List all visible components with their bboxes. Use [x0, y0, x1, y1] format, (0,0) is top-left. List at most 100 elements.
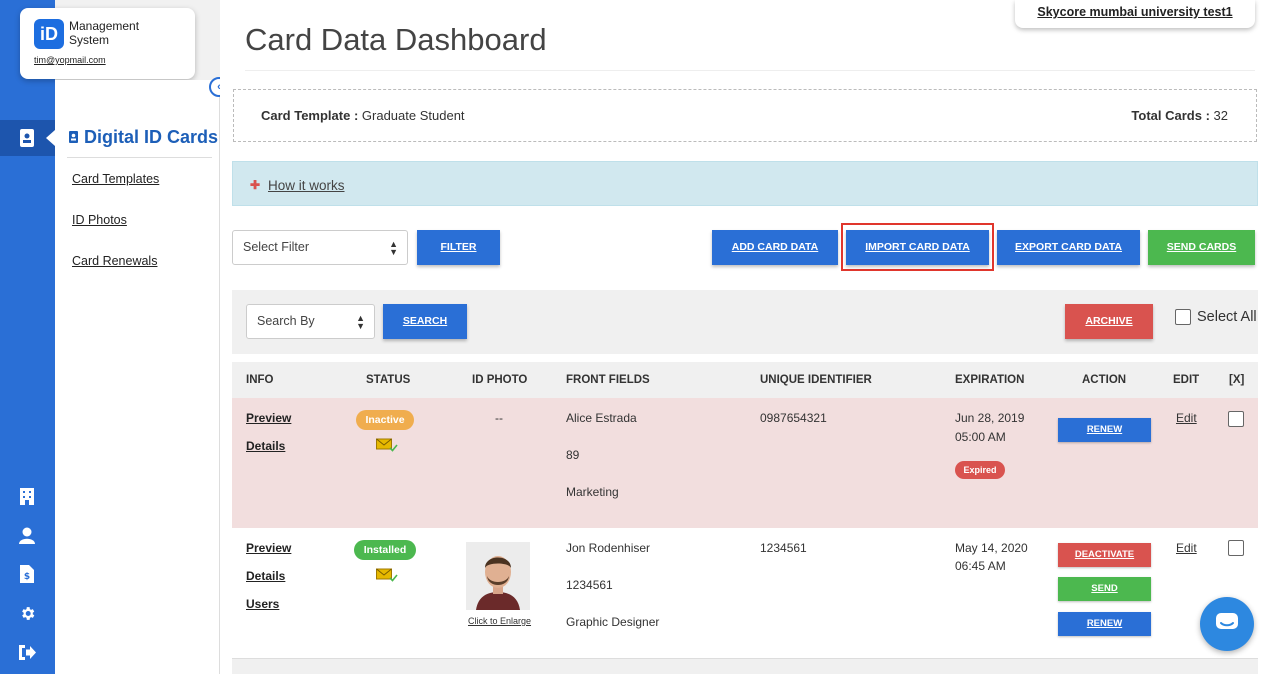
details-link[interactable]: Details	[246, 569, 285, 583]
rail-active-caret	[46, 130, 55, 146]
header-status: STATUS	[366, 374, 411, 386]
details-link[interactable]: Details	[246, 439, 285, 453]
id-photo-empty: --	[495, 411, 503, 425]
chat-widget-button[interactable]	[1200, 597, 1254, 651]
status-badge: Installed	[354, 540, 416, 560]
sidenav-item-card-templates[interactable]: Card Templates	[72, 172, 159, 186]
front-field-title: Graphic Designer	[566, 615, 660, 629]
header-action: ACTION	[1082, 374, 1127, 386]
filter-select[interactable]: Select Filter ▲ ▼	[232, 230, 408, 265]
app-logo-card: iD Management System tim@yopmail.com	[20, 8, 195, 79]
id-card-icon[interactable]	[17, 128, 37, 148]
sidenav-title: Digital ID Cards	[69, 127, 218, 148]
header-expiration: EXPIRATION	[955, 374, 1025, 386]
total-cards-label: Total Cards :	[1131, 108, 1210, 123]
expiration-time: 06:45 AM	[955, 559, 1006, 573]
header-edit: EDIT	[1173, 374, 1200, 386]
sidenav-divider	[67, 157, 212, 158]
renew-button[interactable]: RENEW	[1058, 612, 1151, 636]
unique-identifier: 0987654321	[760, 411, 827, 425]
icon-rail: $	[0, 0, 55, 674]
expired-badge: Expired	[955, 461, 1005, 479]
logout-icon[interactable]	[17, 642, 37, 662]
send-cards-button[interactable]: SEND CARDS	[1148, 230, 1255, 265]
table-row: Preview Details Users Installed Click to…	[232, 528, 1258, 659]
front-field-name: Alice Estrada	[566, 411, 637, 425]
title-divider	[245, 70, 1255, 71]
header-id-photo: ID PHOTO	[472, 374, 528, 386]
unique-identifier: 1234561	[760, 541, 807, 555]
select-all-label: Select All	[1197, 309, 1257, 325]
page-title: Card Data Dashboard	[245, 22, 547, 57]
status-badge: Inactive	[356, 410, 414, 430]
expiration-date: Jun 28, 2019	[955, 411, 1025, 425]
sidenav: Digital ID Cards Card Templates ID Photo…	[55, 80, 220, 674]
users-link[interactable]: Users	[246, 597, 279, 611]
preview-link[interactable]: Preview	[246, 411, 291, 425]
deactivate-button[interactable]: DEACTIVATE	[1058, 543, 1151, 567]
select-arrows-icon: ▲ ▼	[356, 313, 365, 331]
sidenav-item-card-renewals[interactable]: Card Renewals	[72, 254, 157, 268]
card-template-label: Card Template :	[261, 108, 359, 123]
app-name: Management System	[69, 19, 140, 47]
user-icon[interactable]	[17, 525, 37, 545]
envelope-check-icon	[376, 438, 398, 454]
edit-link[interactable]: Edit	[1176, 541, 1197, 555]
search-button[interactable]: SEARCH	[383, 304, 467, 339]
app-logo-icon: iD	[34, 19, 64, 49]
sidenav-item-id-photos[interactable]: ID Photos	[72, 213, 127, 227]
add-card-data-button[interactable]: ADD CARD DATA	[712, 230, 838, 265]
id-badge-icon	[69, 127, 78, 148]
total-cards-value: 32	[1213, 108, 1228, 123]
import-card-data-button[interactable]: IMPORT CARD DATA	[846, 230, 989, 265]
select-arrows-icon: ▲ ▼	[389, 239, 398, 257]
template-summary: Card Template : Graduate Student Total C…	[233, 89, 1257, 142]
expiration-time: 05:00 AM	[955, 430, 1006, 444]
organization-switcher[interactable]: Skycore mumbai university test1	[1015, 0, 1255, 28]
chat-icon	[1215, 612, 1239, 637]
search-by-value: Search By	[257, 314, 315, 328]
how-it-works-banner: ✚ How it works	[232, 161, 1258, 206]
how-it-works-link[interactable]: How it works	[268, 178, 345, 193]
select-all-control[interactable]: Select All	[1175, 309, 1257, 325]
plus-icon: ✚	[250, 178, 261, 192]
card-template-info: Card Template : Graduate Student	[261, 108, 465, 123]
front-field-id: 89	[566, 448, 580, 462]
front-field-name: Jon Rodenhiser	[566, 541, 651, 555]
table-header: INFO STATUS ID PHOTO FRONT FIELDS UNIQUE…	[232, 362, 1258, 398]
send-button[interactable]: SEND	[1058, 577, 1151, 601]
total-cards-info: Total Cards : 32	[1131, 108, 1228, 123]
gear-icon[interactable]	[17, 603, 37, 623]
click-to-enlarge-link[interactable]: Click to Enlarge	[468, 616, 531, 626]
header-info: INFO	[246, 374, 274, 386]
renew-button[interactable]: RENEW	[1058, 418, 1151, 442]
row-select-checkbox[interactable]	[1228, 411, 1244, 427]
export-card-data-button[interactable]: EXPORT CARD DATA	[997, 230, 1140, 265]
header-front-fields: FRONT FIELDS	[566, 374, 650, 386]
edit-link[interactable]: Edit	[1176, 411, 1197, 425]
front-field-id: 1234561	[566, 578, 613, 592]
header-select: [X]	[1229, 374, 1245, 386]
main-content: Skycore mumbai university test1 Card Dat…	[220, 0, 1266, 674]
filter-select-value: Select Filter	[243, 240, 309, 254]
archive-button[interactable]: ARCHIVE	[1065, 304, 1153, 339]
building-icon[interactable]	[17, 486, 37, 506]
filter-button[interactable]: FILTER	[417, 230, 500, 265]
front-field-department: Marketing	[566, 485, 619, 499]
search-bar: Search By ▲ ▼ SEARCH ARCHIVE Select All	[232, 290, 1258, 354]
invoice-icon[interactable]: $	[17, 564, 37, 584]
table-row-partial	[232, 659, 1258, 674]
svg-text:$: $	[24, 572, 30, 582]
header-unique-identifier: UNIQUE IDENTIFIER	[760, 374, 872, 386]
user-email-link[interactable]: tim@yopmail.com	[34, 55, 106, 65]
id-photo-thumbnail[interactable]	[466, 542, 530, 610]
row-select-checkbox[interactable]	[1228, 540, 1244, 556]
select-all-checkbox[interactable]	[1175, 309, 1191, 325]
expiration-date: May 14, 2020	[955, 541, 1028, 555]
table-row: Preview Details Inactive -- Alice Estrad…	[232, 398, 1258, 528]
search-by-select[interactable]: Search By ▲ ▼	[246, 304, 375, 339]
card-template-value: Graduate Student	[361, 108, 465, 123]
preview-link[interactable]: Preview	[246, 541, 291, 555]
sidenav-title-label: Digital ID Cards	[84, 127, 219, 147]
envelope-check-icon	[376, 568, 398, 584]
